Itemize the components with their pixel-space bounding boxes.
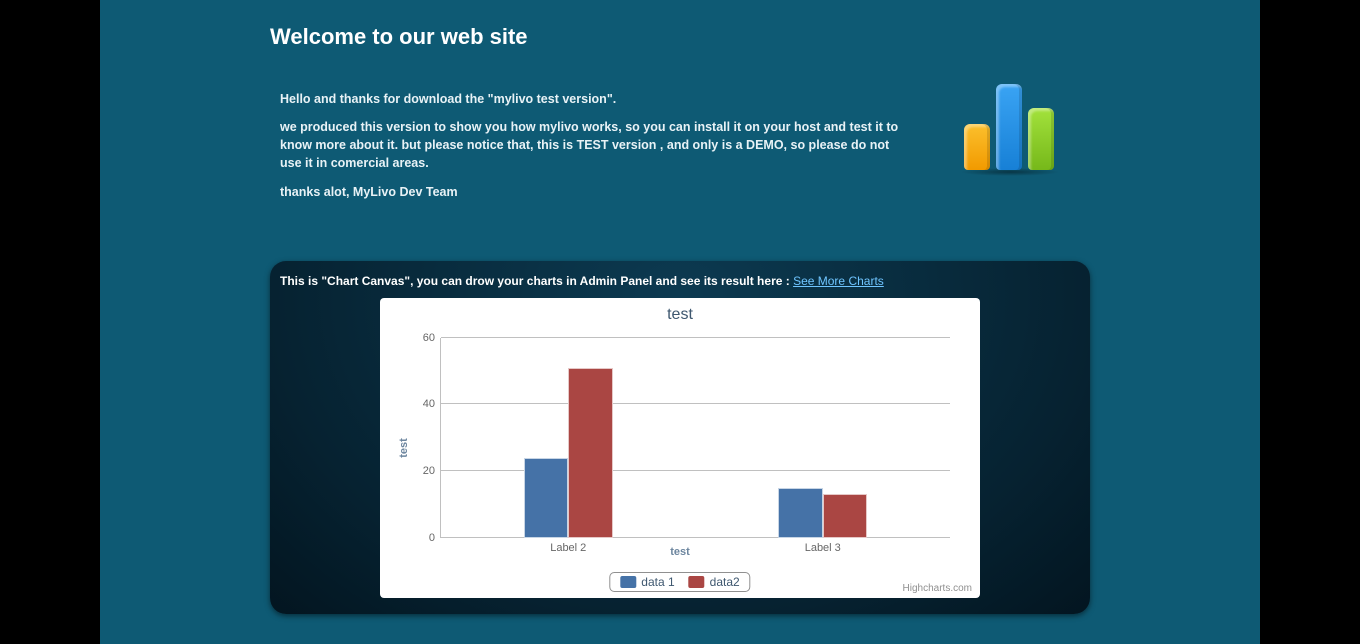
y-tick-label: 60 [423,332,441,344]
chart-bar[interactable] [524,458,569,538]
legend-item[interactable]: data2 [689,575,740,589]
y-tick-label: 20 [423,465,441,477]
y-tick-label: 0 [429,532,441,544]
section-label: This is "Chart Canvas", you can drow you… [280,274,793,288]
intro-paragraph-1: Hello and thanks for download the "myliv… [280,90,910,108]
y-axis-label: test [398,438,410,458]
grid-line [441,403,950,404]
legend-swatch [689,576,705,588]
chart-bar[interactable] [568,368,613,538]
legend-swatch [620,576,636,588]
plot-area: 0204060Label 2Label 3 [440,338,950,538]
intro-paragraph-3: thanks alot, MyLivo Dev Team [280,183,910,201]
page-background: Welcome to our web site Hello and thanks… [100,0,1260,644]
chart-bar[interactable] [823,494,868,537]
chart-title: test [380,306,980,324]
grid-line [441,470,950,471]
legend-item[interactable]: data 1 [620,575,674,589]
legend-label: data2 [710,575,740,589]
y-tick-label: 40 [423,398,441,410]
chart-credits: Highcharts.com [903,583,972,594]
bar-chart-icon [960,82,1060,172]
content-wrapper: Welcome to our web site Hello and thanks… [270,0,1090,614]
x-axis-label: test [380,546,980,558]
grid-line [441,537,950,538]
page-title: Welcome to our web site [270,0,1090,60]
legend-label: data 1 [641,575,674,589]
intro-paragraph-2: we produced this version to show you how… [280,118,910,172]
grid-line [441,337,950,338]
chart-section: This is "Chart Canvas", you can drow you… [270,261,1090,614]
intro-block: Hello and thanks for download the "myliv… [270,60,1090,231]
chart-canvas: test test 0204060Label 2Label 3 test dat… [380,298,980,598]
chart-legend: data 1 data2 [609,572,750,592]
see-more-charts-link[interactable]: See More Charts [793,274,884,288]
chart-bar[interactable] [778,488,823,538]
